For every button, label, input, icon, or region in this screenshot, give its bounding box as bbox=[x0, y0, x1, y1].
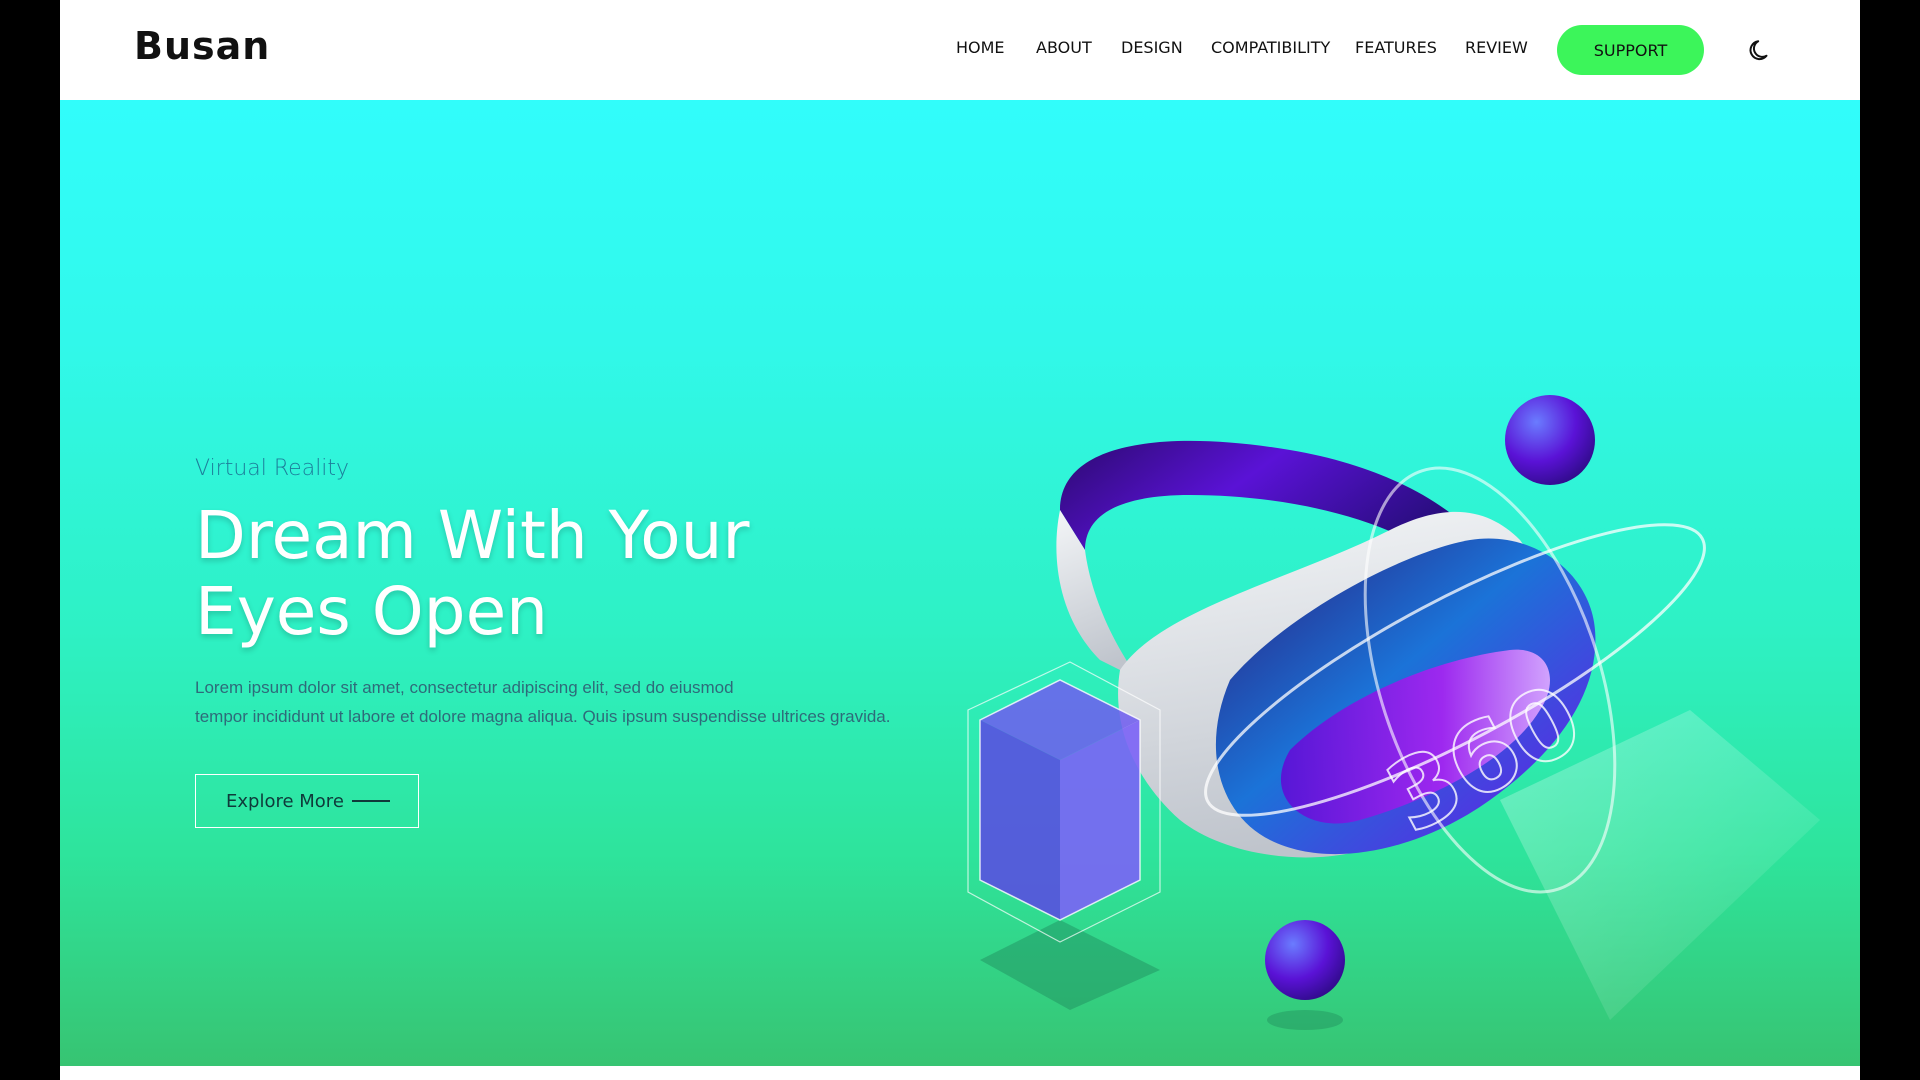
floating-sphere bbox=[1265, 920, 1345, 1000]
headset-strap-side bbox=[1056, 510, 1140, 680]
sphere-shadow bbox=[1267, 1010, 1343, 1030]
bottom-strip bbox=[60, 1066, 1860, 1080]
vr-headset-illustration: 360 bbox=[967, 395, 1820, 1030]
hero-description-line: Lorem ipsum dolor sit amet, consectetur … bbox=[195, 678, 734, 697]
explore-more-label: Explore More bbox=[226, 790, 344, 812]
nav-item-about[interactable]: ABOUT bbox=[1036, 38, 1092, 57]
cube-shadow bbox=[980, 920, 1160, 1010]
nav-item-features[interactable]: FEATURES bbox=[1355, 38, 1437, 57]
arrow-line-icon bbox=[351, 800, 390, 802]
nav-item-home[interactable]: HOME bbox=[956, 38, 1005, 57]
nav-item-design[interactable]: DESIGN bbox=[1121, 38, 1183, 57]
support-button[interactable]: SUPPORT bbox=[1557, 25, 1704, 75]
nav-item-review[interactable]: REVIEW bbox=[1465, 38, 1528, 57]
hero-headline: Dream With Your Eyes Open bbox=[195, 497, 750, 650]
site-header: Busan HOME ABOUT DESIGN COMPATIBILITY FE… bbox=[60, 0, 1860, 100]
moon-icon[interactable] bbox=[1748, 37, 1774, 63]
hero-description: Lorem ipsum dolor sit amet, consectetur … bbox=[195, 673, 935, 731]
hero-description-line: tempor incididunt ut labore et dolore ma… bbox=[195, 707, 891, 726]
explore-more-button[interactable]: Explore More bbox=[195, 774, 419, 828]
hero-section: Virtual Reality Dream With Your Eyes Ope… bbox=[60, 100, 1860, 1066]
floating-sphere bbox=[1505, 395, 1595, 485]
page-frame: Busan HOME ABOUT DESIGN COMPATIBILITY FE… bbox=[60, 0, 1860, 1080]
nav-item-compatibility[interactable]: COMPATIBILITY bbox=[1211, 38, 1330, 57]
brand-logo[interactable]: Busan bbox=[134, 24, 270, 68]
hero-subtitle: Virtual Reality bbox=[195, 456, 350, 481]
